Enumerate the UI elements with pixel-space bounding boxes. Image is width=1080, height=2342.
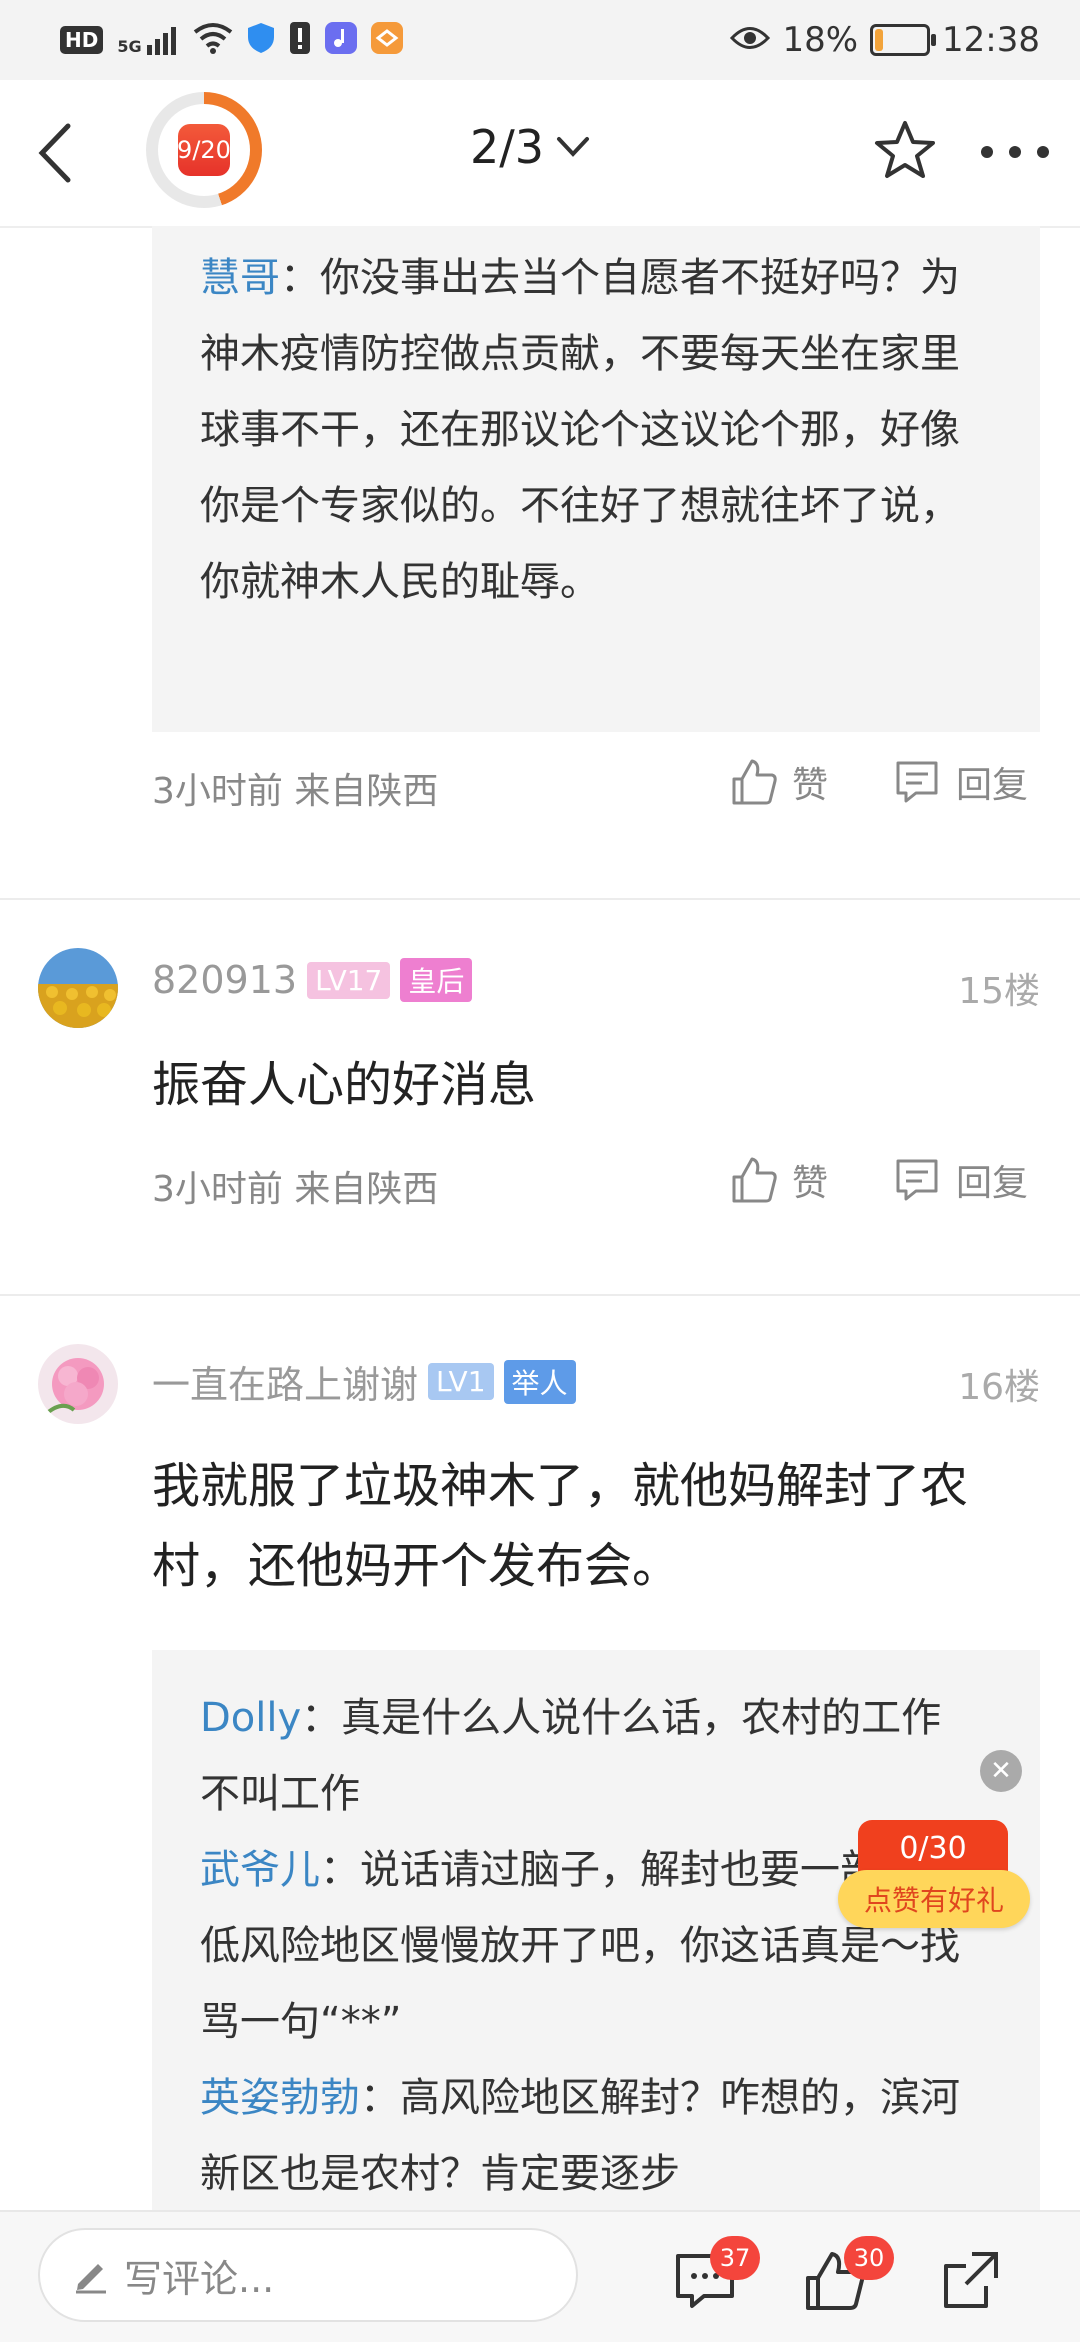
more-icon xyxy=(981,146,1049,158)
reply-text: ：你没事出去当个自愿者不挺好吗？为神木疫情防控做点贡献，不要每天坐在家里球事不干… xyxy=(200,255,960,605)
signal-icon: 5G xyxy=(117,25,178,55)
handshake-app-icon xyxy=(370,22,403,58)
likes-button[interactable]: 30 xyxy=(800,2236,894,2320)
shield-icon xyxy=(247,22,275,58)
avatar[interactable] xyxy=(38,1344,118,1424)
reply-item: 英姿勃勃：高风险地区解封？咋想的，滨河新区也是农村？肯定要逐步 xyxy=(200,2060,980,2210)
close-icon: ✕ xyxy=(990,1756,1012,1786)
like-gift-widget[interactable]: 0/30 点赞有好礼 xyxy=(838,1820,1030,1932)
comment-placeholder: 写评论... xyxy=(124,2256,275,2301)
comment-user[interactable]: 一直在路上谢谢 LV1 举人 xyxy=(152,1354,576,1409)
level-badge: LV17 xyxy=(307,961,391,999)
like-button[interactable]: 赞 xyxy=(730,756,828,808)
reply-author[interactable]: 慧哥 xyxy=(200,255,280,301)
back-button[interactable] xyxy=(28,118,88,188)
reply-item: Dolly：真是什么人说什么话，农村的工作不叫工作 xyxy=(200,1680,980,1832)
battery-level xyxy=(875,29,884,51)
comment-input[interactable]: 写评论... xyxy=(38,2228,578,2322)
page-indicator: 2/3 xyxy=(470,120,545,174)
reply-text: ：真是什么人说什么话，农村的工作不叫工作 xyxy=(200,1695,942,1817)
battery-percent: 18% xyxy=(782,20,859,60)
title-badge: 皇后 xyxy=(400,958,473,1002)
username[interactable]: 820913 xyxy=(152,958,297,1002)
floor-number: 15楼 xyxy=(958,971,1040,1012)
floor-number: 16楼 xyxy=(958,1367,1040,1408)
like-label: 赞 xyxy=(792,1163,829,1204)
close-gift-button[interactable]: ✕ xyxy=(980,1750,1022,1792)
comments-button[interactable]: 37 xyxy=(670,2236,760,2320)
chevron-left-icon xyxy=(38,123,71,183)
wifi-icon xyxy=(193,22,233,58)
divider xyxy=(0,898,1080,900)
flower-avatar-image xyxy=(38,1344,118,1424)
status-right: 18% 12:38 xyxy=(730,14,1040,66)
more-button[interactable] xyxy=(975,135,1055,169)
like-label: 赞 xyxy=(792,765,829,806)
share-button[interactable] xyxy=(936,2240,1016,2320)
pencil-icon xyxy=(76,2264,106,2294)
reply-list: Dolly：真是什么人说什么话，农村的工作不叫工作 武爷儿：说话请过脑子，解封也… xyxy=(200,1680,980,2210)
music-app-icon xyxy=(324,22,357,58)
like-button[interactable]: 赞 xyxy=(730,1154,828,1206)
comment-meta: 3小时前 来自陕西 xyxy=(152,771,439,812)
alert-icon xyxy=(289,21,311,59)
comment-icon xyxy=(896,1159,938,1201)
comments-count-badge: 37 xyxy=(710,2236,760,2280)
timer-count: 9/20 xyxy=(177,124,231,176)
reply-item: 慧哥：你没事出去当个自愿者不挺好吗？为神木疫情防控做点贡献，不要每天坐在家里球事… xyxy=(200,240,980,620)
gift-label: 点赞有好礼 xyxy=(838,1870,1030,1928)
comment-user[interactable]: 820913 LV17 皇后 xyxy=(152,958,473,1002)
reply-author[interactable]: 武爷儿 xyxy=(200,1847,320,1893)
favorite-button[interactable] xyxy=(872,118,938,184)
hd-icon: HD xyxy=(60,26,104,54)
sunflower-avatar-image xyxy=(38,948,118,1028)
likes-count-badge: 30 xyxy=(844,2236,894,2280)
avatar[interactable] xyxy=(38,948,118,1028)
battery-icon xyxy=(870,24,937,56)
eye-icon xyxy=(730,20,771,60)
comment-text: 我就服了垃圾神木了，就他妈解封了农村，还他妈开个发布会。 xyxy=(152,1458,969,1594)
comment-text: 振奋人心的好消息 xyxy=(152,1057,537,1113)
reply-label: 回复 xyxy=(956,1163,1029,1204)
title-badge: 举人 xyxy=(503,1359,576,1404)
gift-progress: 0/30 xyxy=(858,1820,1008,1876)
reading-timer[interactable]: 9/20 xyxy=(146,92,262,208)
reply-button[interactable]: 回复 xyxy=(892,1154,1028,1206)
level-badge: LV1 xyxy=(428,1363,494,1400)
divider xyxy=(0,1294,1080,1296)
comment-icon xyxy=(896,761,938,803)
reply-author[interactable]: 英姿勃勃 xyxy=(200,2075,360,2121)
reply-label: 回复 xyxy=(956,765,1029,806)
page-selector[interactable]: 2/3 xyxy=(470,120,590,174)
status-bar: HD 5G 18% 12:38 xyxy=(0,0,1080,80)
reply-button[interactable]: 回复 xyxy=(892,756,1028,808)
star-icon xyxy=(875,121,935,178)
reply-author[interactable]: Dolly xyxy=(200,1695,301,1741)
comment-meta: 3小时前 来自陕西 xyxy=(152,1169,439,1210)
chevron-down-icon xyxy=(557,137,590,157)
username[interactable]: 一直在路上谢谢 xyxy=(152,1354,418,1409)
share-icon xyxy=(944,2252,998,2308)
clock: 12:38 xyxy=(942,20,1040,60)
thumbs-up-icon xyxy=(732,1157,777,1203)
status-left-icons: HD 5G xyxy=(60,18,403,62)
thumbs-up-icon xyxy=(732,759,777,805)
